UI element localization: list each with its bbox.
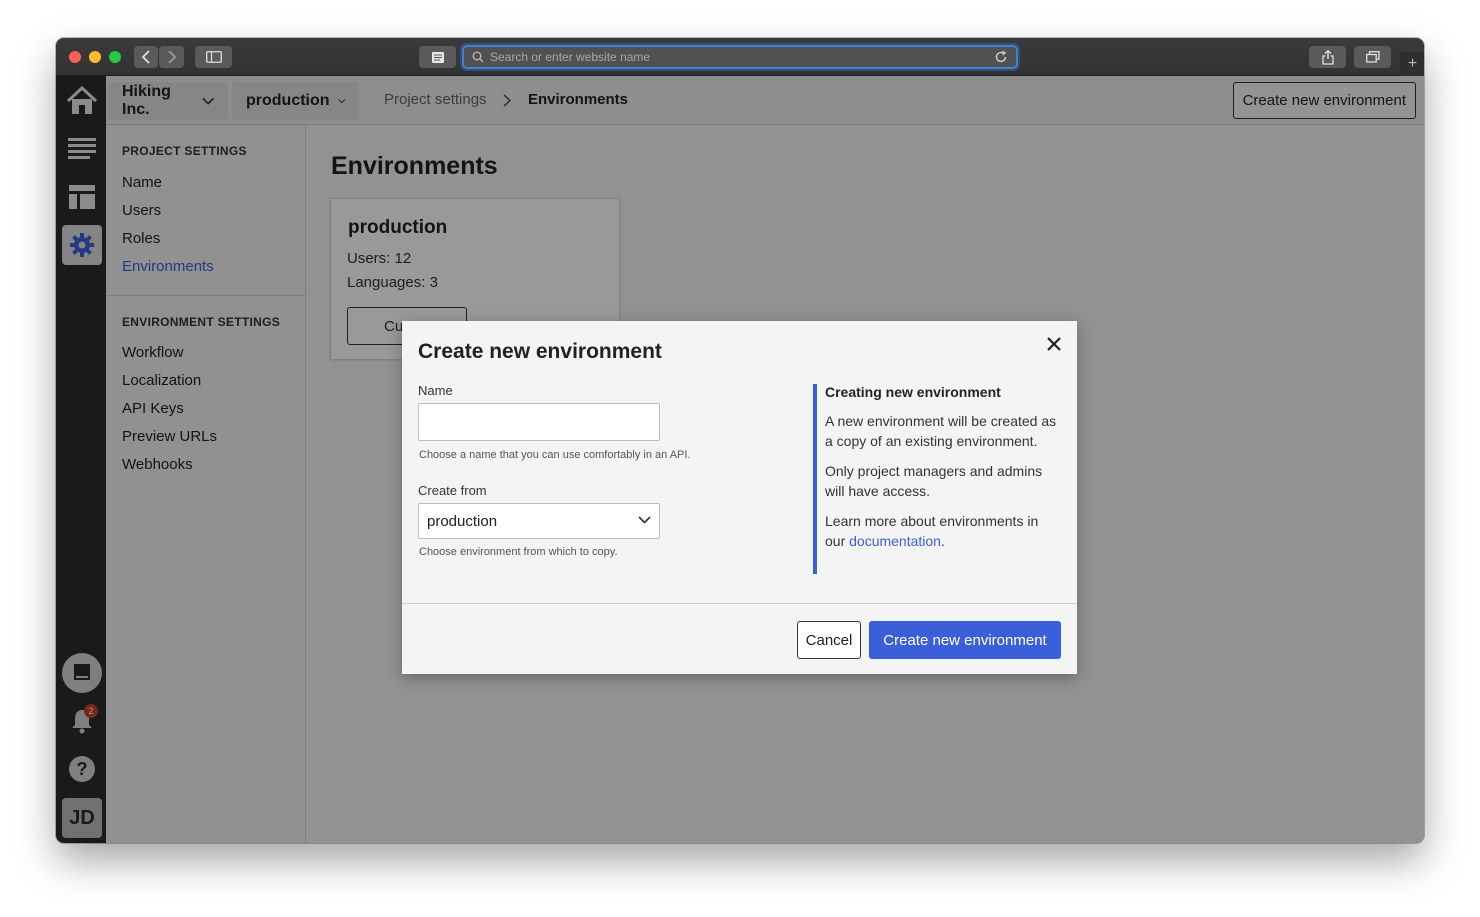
info-paragraph-copy: A new environment will be created as a c… [825, 413, 1057, 449]
new-tab-button[interactable]: + [1400, 52, 1424, 76]
close-window-button[interactable] [69, 51, 81, 63]
reload-icon[interactable] [994, 50, 1008, 64]
tabs-overview-button[interactable] [1354, 46, 1391, 68]
name-label: Name [418, 383, 453, 398]
reader-button[interactable] [419, 46, 456, 68]
create-environment-dialog: Create new environment Name Choose a nam… [402, 321, 1077, 674]
dialog-title: Create new environment [418, 340, 662, 363]
name-hint: Choose a name that you can use comfortab… [419, 449, 691, 461]
app-content: 2 ? JD Hiking Inc. production Project se… [56, 76, 1424, 843]
browser-window: Search or enter website name + 2 ? JD Hi… [56, 38, 1424, 843]
sidebar-icon [205, 51, 222, 63]
reader-icon [431, 51, 444, 63]
info-title: Creating new environment [825, 384, 1001, 400]
search-icon [472, 51, 484, 63]
info-panel: Creating new environment A new environme… [813, 384, 1058, 574]
cancel-button[interactable]: Cancel [797, 621, 861, 659]
share-button[interactable] [1309, 46, 1346, 68]
chevron-down-icon [638, 516, 651, 524]
browser-toolbar: Search or enter website name + [56, 38, 1424, 76]
documentation-link[interactable]: documentation [849, 533, 941, 549]
info-paragraph-access: Only project managers and admins will ha… [825, 463, 1043, 499]
minimize-window-button[interactable] [89, 51, 101, 63]
create-from-label: Create from [418, 483, 487, 498]
forward-button[interactable] [159, 46, 184, 68]
chevron-right-icon [167, 50, 176, 64]
info-paragraph-docs: Learn more about environments in our doc… [825, 511, 1058, 551]
back-button[interactable] [134, 46, 158, 68]
chevron-left-icon [141, 50, 150, 64]
info-docs-period: . [940, 533, 945, 549]
sidebar-toggle-button[interactable] [195, 46, 232, 68]
tabs-icon [1365, 51, 1380, 63]
dialog-footer: Cancel Create new environment [402, 603, 1077, 674]
create-from-hint: Choose environment from which to copy. [419, 546, 618, 558]
create-from-select[interactable]: production [418, 503, 660, 539]
address-bar[interactable]: Search or enter website name [462, 45, 1018, 69]
name-input[interactable] [418, 403, 660, 441]
create-from-value: production [427, 512, 498, 530]
close-icon [1047, 337, 1061, 351]
address-placeholder: Search or enter website name [490, 50, 651, 64]
create-environment-button[interactable]: Create new environment [869, 621, 1061, 659]
dialog-close-button[interactable] [1044, 334, 1064, 354]
zoom-window-button[interactable] [109, 51, 121, 63]
share-icon [1321, 49, 1334, 65]
